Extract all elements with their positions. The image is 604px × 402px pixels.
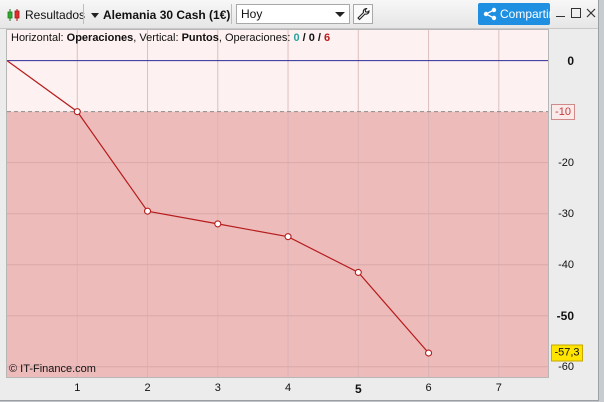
chart-area[interactable]: Horizontal: Operaciones, Vertical: Punto… <box>6 29 549 378</box>
horizontal-prefix: Horizontal: <box>11 32 67 44</box>
y-tick-label: 0 <box>567 53 574 68</box>
loss-zone <box>7 111 548 377</box>
y-tick-label: -50 <box>556 308 574 323</box>
chevron-down-icon <box>335 12 345 17</box>
data-point <box>214 220 222 228</box>
y-tick-label: -40 <box>558 258 574 271</box>
x-axis[interactable]: 1 2 3 4 5 6 7 <box>6 377 548 399</box>
toolbar-separator <box>231 4 232 24</box>
results-label: Resultados <box>25 8 86 22</box>
last-value-badge: -57,3 <box>551 344 583 362</box>
y-tick-label: -20 <box>558 156 574 169</box>
x-tick-label: 7 <box>495 382 502 394</box>
share-icon <box>483 7 497 24</box>
data-point <box>73 108 81 116</box>
wrench-icon <box>356 7 370 24</box>
share-button[interactable]: Compartir <box>478 3 553 25</box>
vertical-prefix: , Vertical: <box>133 32 182 44</box>
x-tick-label: 6 <box>425 382 432 394</box>
toolbar-separator <box>83 4 84 24</box>
minimize-button[interactable] <box>554 6 568 20</box>
operations-prefix: , Operaciones: <box>218 32 294 44</box>
share-label: Compartir <box>500 7 553 21</box>
data-point <box>143 207 152 215</box>
maximize-button[interactable] <box>569 6 583 20</box>
close-icon <box>584 6 598 23</box>
instrument-label: Alemania 30 Cash (1€) <box>103 8 231 22</box>
period-select[interactable]: Hoy <box>236 4 350 24</box>
x-tick-label: 1 <box>74 382 81 394</box>
data-point <box>425 349 433 357</box>
chart-header: Horizontal: Operaciones, Vertical: Punto… <box>11 32 330 44</box>
close-button[interactable] <box>584 6 598 20</box>
candlestick-icon <box>7 8 21 22</box>
dropdown-arrow-icon <box>91 13 99 18</box>
operations-sep: / <box>314 32 325 44</box>
data-point <box>354 268 362 276</box>
results-button[interactable]: Resultados <box>4 4 86 26</box>
data-point <box>284 233 292 241</box>
wrench-button[interactable] <box>353 4 373 24</box>
period-value: Hoy <box>241 7 263 21</box>
horizontal-value: Operaciones <box>66 32 134 44</box>
window-edge <box>599 0 604 402</box>
x-tick-label: 3 <box>214 382 221 394</box>
vertical-value: Puntos <box>181 32 219 44</box>
reference-level-badge: -10 <box>551 103 575 120</box>
toolbar: Resultados Alemania 30 Cash (1€) Hoy Com… <box>0 0 598 29</box>
y-axis[interactable]: 0 -20 -30 -40 -50 -60 -10 -57,3 <box>548 29 598 377</box>
maximize-icon <box>571 8 581 18</box>
y-tick-label: -60 <box>558 360 574 373</box>
instrument-selector[interactable]: Alemania 30 Cash (1€) <box>88 4 230 26</box>
minimize-icon <box>556 16 565 17</box>
operations-sep: / <box>299 32 309 44</box>
credit-label: © IT-Finance.com <box>9 363 96 375</box>
operations-loss-count: 6 <box>324 32 331 44</box>
y-tick-label: -30 <box>558 207 574 220</box>
x-tick-label: 2 <box>144 382 151 394</box>
window: Resultados Alemania 30 Cash (1€) Hoy Com… <box>0 0 599 401</box>
equity-curve-plot <box>7 30 548 377</box>
x-tick-label: 5 <box>354 382 362 396</box>
x-tick-label: 4 <box>284 382 292 394</box>
